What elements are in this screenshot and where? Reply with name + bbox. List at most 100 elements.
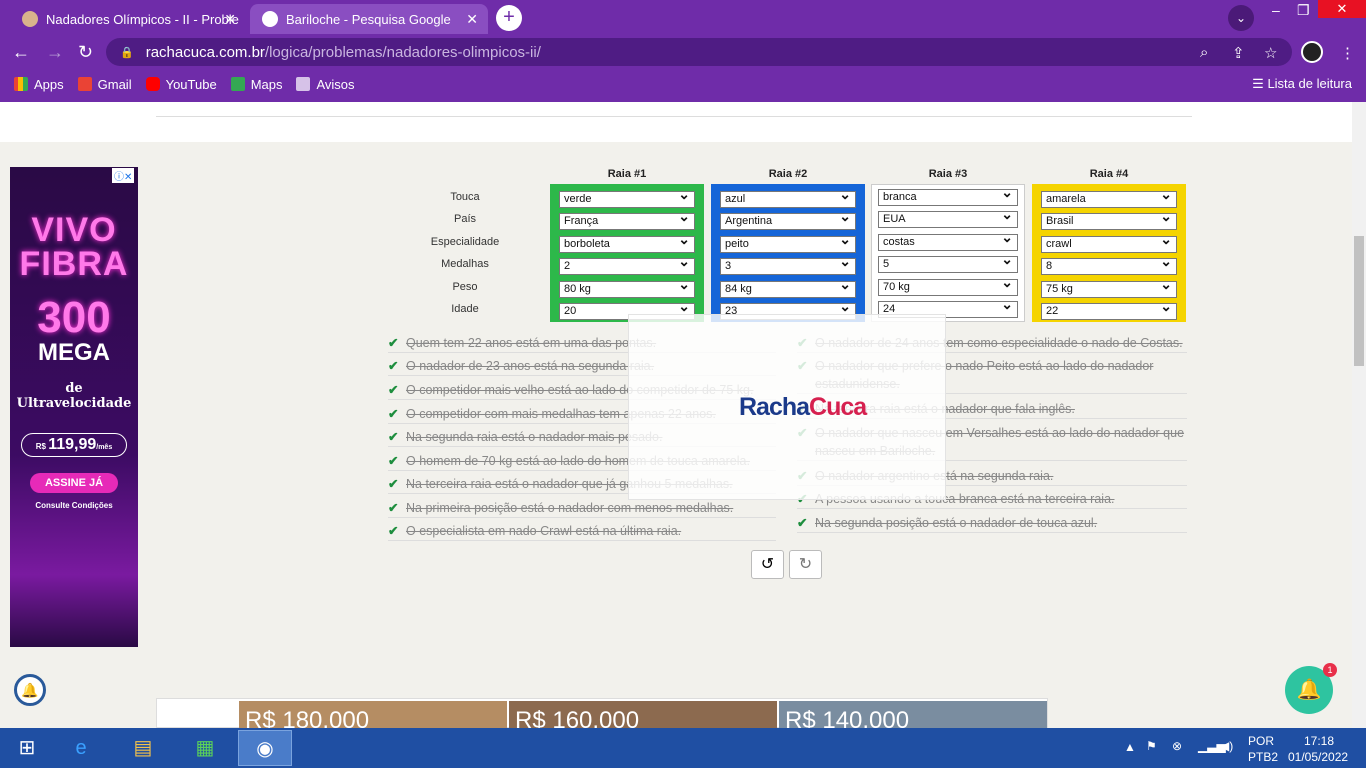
redo-button[interactable]: ↻ bbox=[789, 550, 822, 579]
lane-select[interactable]: França bbox=[559, 209, 695, 231]
menu-icon[interactable]: ⋮ bbox=[1340, 44, 1355, 62]
close-tab-icon[interactable]: ✕ bbox=[466, 11, 478, 28]
input-layout[interactable]: PTB2 bbox=[1248, 750, 1278, 764]
header-band bbox=[0, 102, 1352, 142]
clue-item[interactable]: ✔ Na primeira posição está o nadador com … bbox=[388, 499, 776, 518]
bookmark-maps[interactable]: Maps bbox=[230, 77, 282, 92]
network-icon[interactable]: ⊗ bbox=[1172, 739, 1182, 753]
ad-price-label: R$ 180.000 bbox=[245, 707, 370, 728]
lane-select[interactable]: peito bbox=[720, 232, 856, 253]
ad-price-label: R$ 160.000 bbox=[515, 707, 640, 728]
google-favicon-icon bbox=[262, 11, 278, 27]
check-icon: ✔ bbox=[388, 477, 399, 491]
lane-select[interactable]: branca bbox=[878, 185, 1018, 206]
notification-bell-icon[interactable]: 🔔 bbox=[14, 674, 46, 706]
new-tab-button[interactable]: + bbox=[496, 5, 522, 31]
lane-4: amarelaBrasilcrawl875 kg22 bbox=[1032, 184, 1186, 322]
tab-title: Nadadores Olímpicos - II - Proble bbox=[46, 11, 239, 27]
forward-icon[interactable]: → bbox=[46, 42, 64, 63]
lane-select[interactable]: 8 bbox=[1041, 254, 1177, 276]
store-icon[interactable]: ▦ bbox=[178, 730, 232, 766]
youtube-icon bbox=[145, 77, 160, 91]
bookmarks-bar: Apps Gmail YouTube Maps Avisos bbox=[0, 72, 1366, 96]
tab-bariloche[interactable]: Bariloche - Pesquisa Google ✕ bbox=[250, 4, 488, 34]
lane-select[interactable]: azul bbox=[720, 187, 856, 208]
row-label: Peso bbox=[452, 280, 478, 293]
lane-select[interactable]: amarela bbox=[1041, 187, 1177, 208]
lock-icon: 🔒 bbox=[120, 46, 134, 59]
lane-select[interactable]: borboleta bbox=[559, 232, 695, 253]
ad-conditions: Consulte Condições bbox=[35, 501, 113, 510]
ad-cta-button[interactable]: ASSINE JÁ bbox=[30, 473, 118, 493]
ad-image: R$ 160.000 bbox=[509, 701, 777, 728]
clue-item[interactable]: ✔ O especialista em nado Crawl está na úl… bbox=[388, 522, 776, 541]
star-icon[interactable]: ☆ bbox=[1264, 44, 1277, 62]
clock-time[interactable]: 17:18 bbox=[1304, 734, 1334, 748]
restore-icon[interactable]: ❐ bbox=[1297, 2, 1310, 19]
bookmark-apps[interactable]: Apps bbox=[14, 77, 64, 92]
lane-select[interactable]: Brasil bbox=[1041, 209, 1177, 231]
volume-icon[interactable]: ◀) bbox=[1220, 739, 1233, 753]
lane-header: Raia #3 bbox=[928, 168, 968, 180]
chat-button[interactable]: 🔔 1 bbox=[1285, 663, 1337, 714]
check-icon: ✔ bbox=[388, 430, 399, 444]
lane-select[interactable]: 5 bbox=[878, 252, 1018, 274]
check-icon: ✔ bbox=[388, 359, 399, 373]
clock-date[interactable]: 01/05/2022 bbox=[1288, 750, 1348, 764]
scrollbar-thumb[interactable] bbox=[1354, 236, 1364, 366]
bookmark-youtube[interactable]: YouTube bbox=[145, 77, 217, 92]
ad-unit: MEGA bbox=[38, 339, 110, 366]
chrome-taskbar-icon[interactable]: ◉ bbox=[238, 730, 292, 766]
lane-select[interactable]: 75 kg bbox=[1041, 277, 1177, 298]
window-close-button[interactable]: ✕ bbox=[1318, 0, 1366, 18]
bookmark-label: Apps bbox=[34, 76, 64, 92]
lane-select[interactable]: 22 bbox=[1041, 299, 1177, 320]
clue-text: O especialista em nado Crawl está na últ… bbox=[406, 524, 682, 538]
clue-item[interactable]: ✔ Na segunda posição está o nadador de to… bbox=[797, 514, 1187, 533]
reading-list-icon: ☰ bbox=[1252, 76, 1268, 91]
undo-button[interactable]: ↺ bbox=[751, 550, 784, 579]
bookmark-label: Avisos bbox=[316, 76, 355, 92]
zoom-icon[interactable]: ⌕ bbox=[1200, 44, 1208, 61]
logo-cuca: Cuca bbox=[809, 393, 867, 421]
share-icon[interactable]: ⇪ bbox=[1232, 44, 1245, 62]
tray-arrow-icon[interactable]: ▲ bbox=[1124, 740, 1136, 754]
check-icon: ✔ bbox=[388, 524, 399, 538]
reading-list-label: Lista de leitura bbox=[1267, 76, 1352, 91]
input-lang[interactable]: POR bbox=[1248, 734, 1274, 748]
ad-line2: FIBRA bbox=[19, 245, 129, 283]
bottom-ad[interactable]: R$ 180.000 R$ 160.000 R$ 140.000 bbox=[156, 698, 1048, 728]
lane-select[interactable]: EUA bbox=[878, 207, 1018, 229]
start-icon[interactable]: ⊞ bbox=[0, 730, 54, 766]
bookmark-gmail[interactable]: Gmail bbox=[77, 77, 132, 92]
reading-list-button[interactable]: ☰ Lista de leitura bbox=[1252, 76, 1352, 92]
avatar[interactable] bbox=[1301, 41, 1323, 63]
lane-select[interactable]: costas bbox=[878, 230, 1018, 251]
taskbar: ⊞ e ▤ ▦ ◉ ▲ ⚑ ⊗ ▁▃▅ ◀) POR PTB2 17:18 01… bbox=[0, 728, 1366, 768]
address-bar[interactable]: 🔒 rachacuca.com.br/logica/problemas/nada… bbox=[106, 38, 1292, 66]
lane-select[interactable]: crawl bbox=[1041, 232, 1177, 253]
lane-select[interactable]: 80 kg bbox=[559, 277, 695, 298]
back-icon[interactable]: ← bbox=[12, 42, 30, 63]
close-tab-icon[interactable]: ✕ bbox=[224, 11, 236, 28]
flag-icon[interactable]: ⚑ bbox=[1146, 739, 1157, 753]
lane-header: Raia #2 bbox=[768, 168, 808, 180]
divider bbox=[156, 116, 1192, 117]
scrollbar[interactable] bbox=[1352, 102, 1366, 728]
row-labels: Touca País Especialidade Medalhas Peso I… bbox=[400, 186, 530, 320]
lane-select[interactable]: 70 kg bbox=[878, 275, 1018, 296]
ad-close-icon[interactable]: ⓘ✕ bbox=[112, 168, 135, 183]
lane-select[interactable]: Argentina bbox=[720, 209, 856, 231]
explorer-icon[interactable]: ▤ bbox=[116, 730, 170, 766]
tab-search-icon[interactable]: ⌄ bbox=[1228, 5, 1254, 31]
tab-nadadores[interactable]: Nadadores Olímpicos - II - Proble ✕ bbox=[10, 4, 246, 34]
side-ad[interactable]: VIVO FIBRA 300 MEGA de Ultravelocidade R… bbox=[10, 167, 138, 647]
lane-select[interactable]: 2 bbox=[559, 254, 695, 276]
reload-icon[interactable]: ↻ bbox=[78, 42, 93, 63]
lane-select[interactable]: 3 bbox=[720, 254, 856, 276]
ie-icon[interactable]: e bbox=[54, 730, 108, 766]
lane-select[interactable]: 84 kg bbox=[720, 277, 856, 298]
lane-select[interactable]: verde bbox=[559, 187, 695, 208]
bookmark-avisos[interactable]: Avisos bbox=[296, 76, 355, 92]
minimize-icon[interactable]: – bbox=[1272, 2, 1280, 18]
